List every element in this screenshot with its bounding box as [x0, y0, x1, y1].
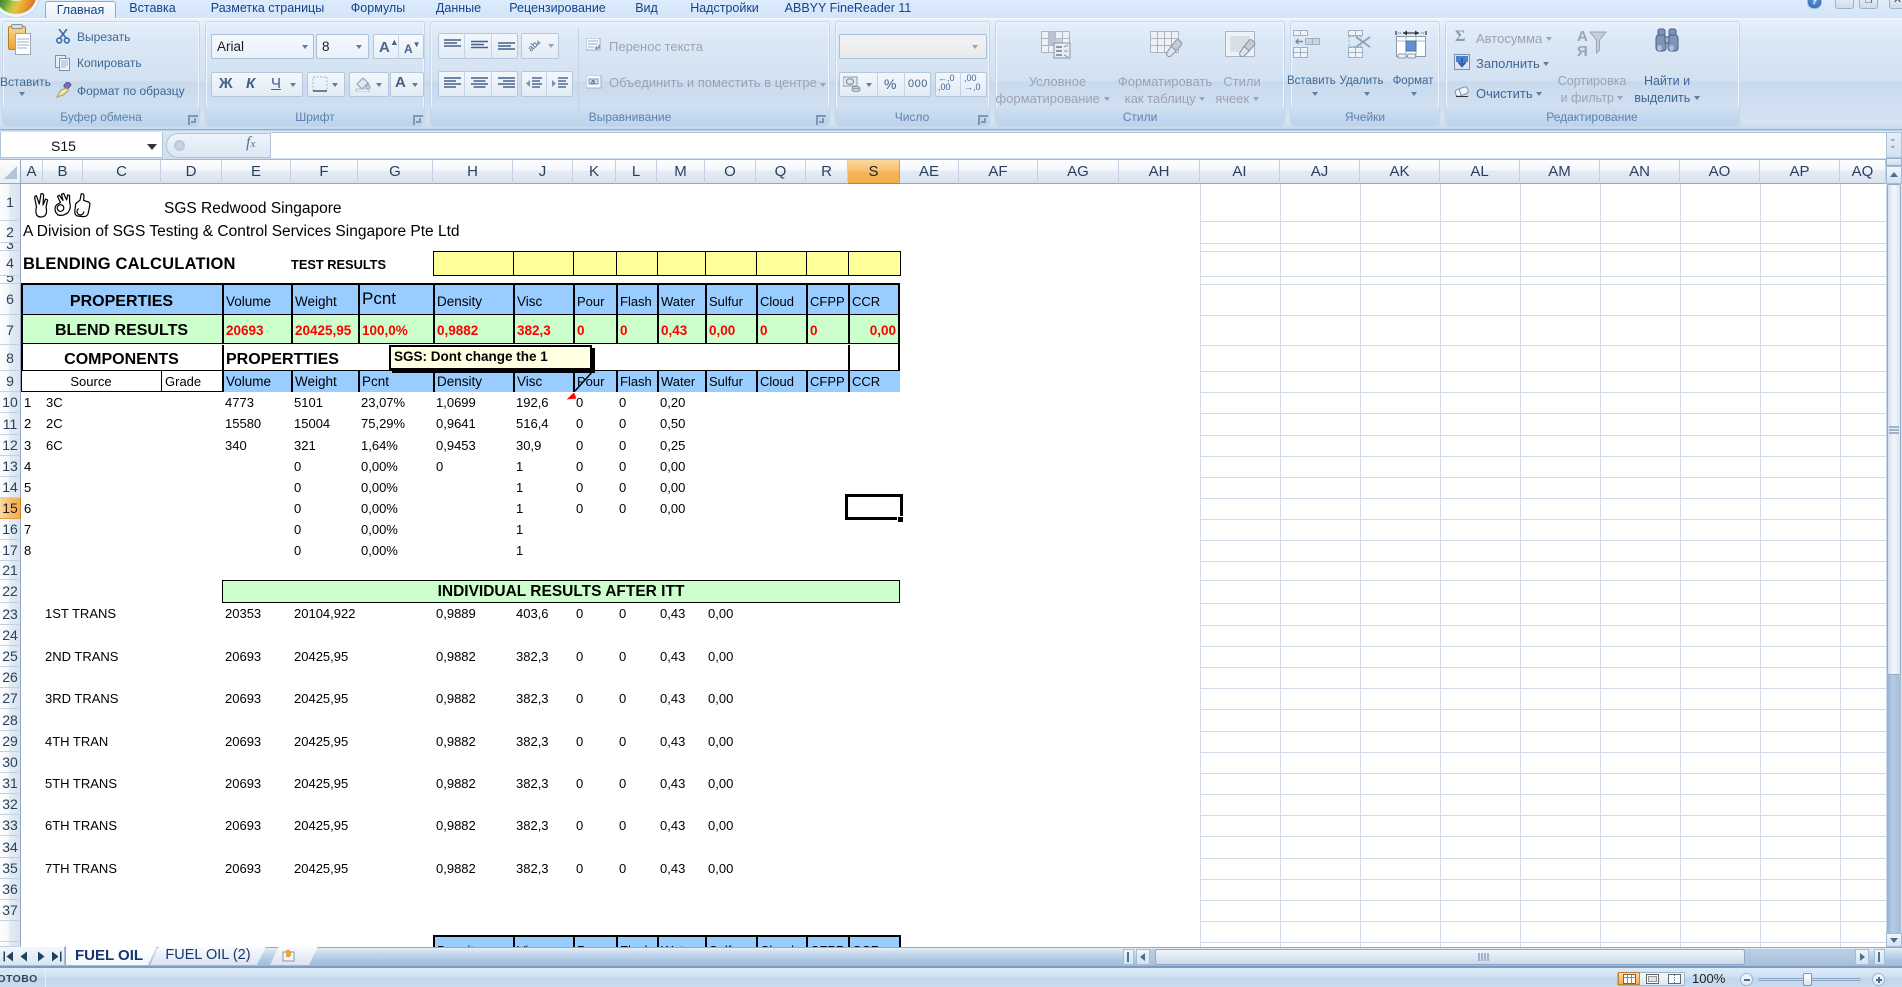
svg-text:a: a	[591, 79, 595, 86]
svg-text:Я: Я	[1577, 43, 1588, 60]
